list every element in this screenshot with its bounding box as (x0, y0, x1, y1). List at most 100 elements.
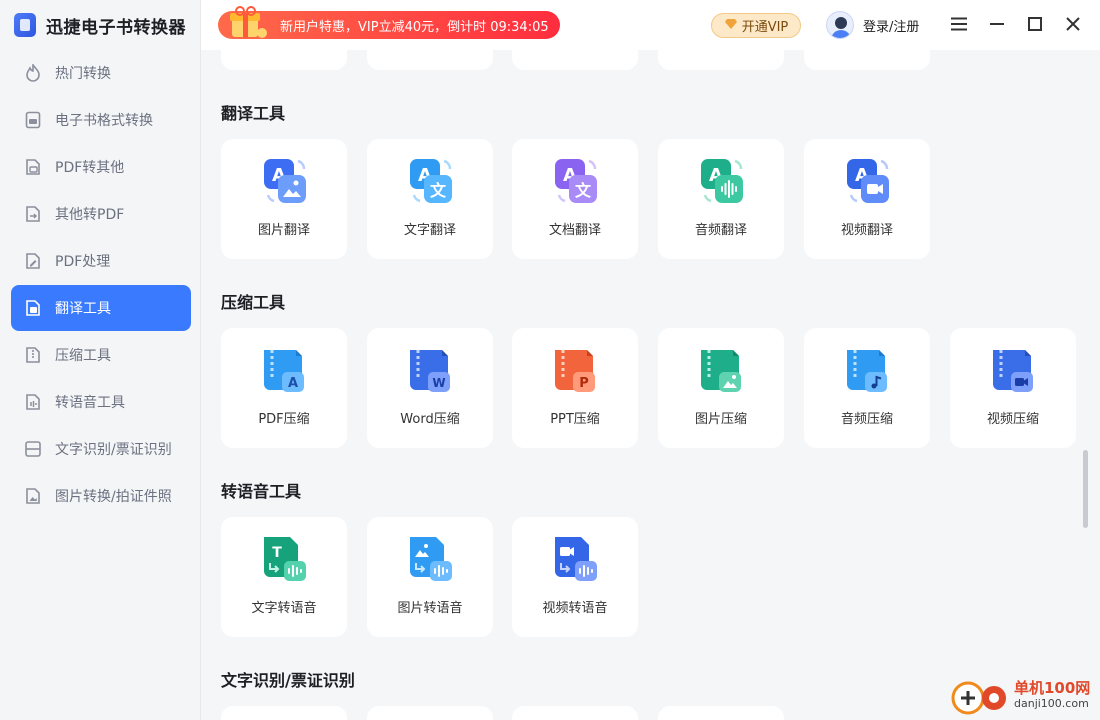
brand: 迅捷电子书转换器 (14, 10, 186, 40)
sidebar-item-compress[interactable]: 压缩工具 (11, 332, 191, 378)
close-button[interactable] (1061, 12, 1085, 36)
sidebar-item-label: PDF转其他 (55, 160, 125, 176)
audio-icon (23, 392, 43, 412)
tool-card-label: 图片压缩 (694, 412, 747, 427)
tool-card[interactable] (658, 50, 784, 70)
svg-text:A: A (288, 376, 298, 391)
sidebar-item-label: 压缩工具 (55, 348, 111, 364)
tool-card-label: PPT压缩 (550, 412, 600, 427)
sidebar-item-label: 热门转换 (55, 66, 111, 82)
main-content: 翻译工具 A 图片翻译 A 文 文字翻译 A 文 文档翻译 A 音频翻译 A 视… (201, 50, 1100, 720)
translate-icon (23, 298, 43, 318)
sidebar-item-pdf-process[interactable]: PDF处理 (11, 238, 191, 284)
tool-card-video-translate[interactable]: A 视频翻译 (804, 139, 930, 259)
tool-card-label: 文字翻译 (403, 223, 456, 238)
app-logo-icon (14, 13, 36, 37)
watermark-name: 单机100网 (1014, 679, 1091, 697)
video-translate-icon: A (847, 159, 889, 203)
tool-card[interactable] (804, 50, 930, 70)
sidebar-item-label: 文字识别/票证识别 (55, 442, 172, 458)
tool-card[interactable] (221, 50, 347, 70)
sidebar-item-translate[interactable]: 翻译工具 (11, 285, 191, 331)
diamond-icon (724, 18, 738, 34)
maximize-icon (1028, 17, 1042, 31)
tool-card[interactable] (221, 706, 347, 720)
tool-card-image-compress[interactable]: 图片压缩 (658, 328, 784, 448)
ppt-compress-icon: P (555, 350, 595, 392)
text-translate-icon: A 文 (410, 159, 452, 203)
audio-translate-icon: A (701, 159, 743, 203)
tool-card-video-to-speech[interactable]: 视频转语音 (512, 517, 638, 637)
sidebar: 迅捷电子书转换器 热门转换 电子书格式转换 PDF转其他 其他转PDF PDF处… (0, 0, 201, 720)
sidebar-item-ebook[interactable]: 电子书格式转换 (11, 97, 191, 143)
tool-card-pdf-compress[interactable]: A PDF压缩 (221, 328, 347, 448)
sidebar-item-label: 转语音工具 (55, 395, 125, 411)
tool-card-text-translate[interactable]: A 文 文字翻译 (367, 139, 493, 259)
photo-icon (23, 486, 43, 506)
sidebar-item-ocr[interactable]: 文字识别/票证识别 (11, 426, 191, 472)
tool-card-label: 图片翻译 (257, 223, 310, 238)
tool-card-label: 文字转语音 (251, 601, 317, 616)
login-link[interactable]: 登录/注册 (863, 16, 919, 35)
tool-card-label: 视频翻译 (840, 223, 893, 238)
tool-card-document-translate[interactable]: A 文 文档翻译 (512, 139, 638, 259)
vip-button[interactable]: 开通VIP (711, 13, 801, 38)
sidebar-item-photo[interactable]: 图片转换/拍证件照 (11, 473, 191, 519)
sidebar-item-speech[interactable]: 转语音工具 (11, 379, 191, 425)
flame-icon (23, 63, 43, 83)
section-title-speech: 转语音工具 (221, 482, 302, 501)
image-translate-icon: A (264, 159, 306, 203)
ebook-icon (23, 110, 43, 130)
avatar (826, 11, 854, 39)
scrollbar-thumb[interactable] (1083, 450, 1088, 528)
sidebar-item-label: 电子书格式转换 (55, 113, 153, 129)
watermark-logo-icon (951, 681, 1006, 715)
login-area[interactable]: 登录/注册 (826, 11, 919, 39)
video-to-speech-icon (555, 537, 597, 581)
audio-compress-icon (847, 350, 887, 392)
minimize-icon (990, 23, 1004, 25)
video-compress-icon (993, 350, 1033, 392)
tool-card-image-to-speech[interactable]: 图片转语音 (367, 517, 493, 637)
watermark: 单机100网 danji100.com (948, 676, 1090, 716)
tool-card-word-compress[interactable]: W Word压缩 (367, 328, 493, 448)
svg-text:P: P (579, 376, 589, 391)
section-title-ocr: 文字识别/票证识别 (221, 671, 355, 690)
sidebar-item-hot[interactable]: 热门转换 (11, 50, 191, 96)
svg-text:W: W (432, 376, 445, 390)
sidebar-item-label: 图片转换/拍证件照 (55, 489, 172, 505)
sidebar-item-label: 翻译工具 (55, 301, 111, 317)
svg-text:文: 文 (430, 181, 447, 200)
tool-card-label: PDF压缩 (258, 412, 310, 427)
tool-card-label: 音频翻译 (694, 223, 747, 238)
tool-card-label: 视频压缩 (986, 412, 1039, 427)
tool-card-image-translate[interactable]: A 图片翻译 (221, 139, 347, 259)
gift-icon (230, 6, 267, 38)
tool-card[interactable] (658, 706, 784, 720)
tool-card-label: 图片转语音 (397, 601, 463, 616)
watermark-url: danji100.com (1014, 697, 1089, 710)
promo-banner[interactable]: 新用户特惠，VIP立减40元，倒计时 09:34:05 (218, 6, 560, 39)
sidebar-nav: 热门转换 电子书格式转换 PDF转其他 其他转PDF PDF处理 翻译工具 压缩… (11, 50, 191, 520)
sidebar-item-pdf-to-other[interactable]: PDF转其他 (11, 144, 191, 190)
maximize-button[interactable] (1023, 12, 1047, 36)
menu-button[interactable] (947, 12, 971, 36)
image-compress-icon (701, 350, 741, 392)
compress-icon (23, 345, 43, 365)
tool-card-audio-translate[interactable]: A 音频翻译 (658, 139, 784, 259)
tool-card-ppt-compress[interactable]: P PPT压缩 (512, 328, 638, 448)
tool-card-label: 视频转语音 (542, 601, 608, 616)
tool-card-label: 文档翻译 (548, 223, 601, 238)
tool-card[interactable] (367, 50, 493, 70)
word-compress-icon: W (410, 350, 450, 392)
sidebar-item-other-to-pdf[interactable]: 其他转PDF (11, 191, 191, 237)
tool-card-video-compress[interactable]: 视频压缩 (950, 328, 1076, 448)
tool-card[interactable] (512, 706, 638, 720)
tool-card-label: Word压缩 (400, 412, 460, 427)
text-to-speech-icon: T (264, 537, 306, 581)
tool-card[interactable] (512, 50, 638, 70)
tool-card-audio-compress[interactable]: 音频压缩 (804, 328, 930, 448)
minimize-button[interactable] (985, 12, 1009, 36)
tool-card-text-to-speech[interactable]: T 文字转语音 (221, 517, 347, 637)
tool-card[interactable] (367, 706, 493, 720)
